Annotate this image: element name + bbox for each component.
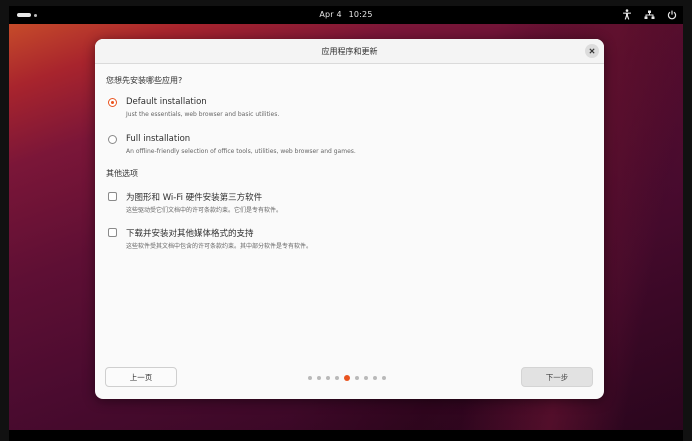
accessibility-icon[interactable] (622, 9, 632, 20)
option-label: Default installation (126, 97, 207, 107)
section-heading-other-options: 其他选项 (106, 169, 138, 178)
checkbox-third-party-software[interactable] (108, 192, 117, 201)
close-button[interactable] (585, 44, 599, 58)
page-dot-active (344, 375, 350, 381)
page-indicator (308, 375, 386, 381)
option-label: Full installation (126, 134, 191, 144)
network-icon[interactable] (644, 10, 655, 20)
section-heading-apps: 您想先安装哪些应用? (106, 76, 183, 85)
apps-and-updates-dialog: 应用程序和更新 您想先安装哪些应用? Default installation … (95, 39, 604, 399)
dialog-title: 应用程序和更新 (321, 47, 378, 56)
next-button[interactable]: 下一步 (521, 367, 593, 387)
dialog-header: 应用程序和更新 (95, 39, 604, 64)
top-bar: Apr 4 10:25 (9, 6, 683, 24)
page-dot (308, 376, 312, 380)
option-label: 为图形和 Wi-Fi 硬件安装第三方软件 (126, 193, 263, 203)
back-button[interactable]: 上一页 (105, 367, 177, 387)
desktop-screen: Apr 4 10:25 应用程序和更新 您想先安装哪些应用? Default i… (0, 0, 692, 441)
page-dot (326, 376, 330, 380)
option-description: 这些软件受其文档中包含的许可条款约束。其中部分软件是专有软件。 (126, 243, 313, 250)
system-tray[interactable] (622, 9, 677, 20)
power-icon[interactable] (667, 10, 677, 20)
page-dot (364, 376, 368, 380)
option-label: 下载并安装对其他媒体格式的支持 (126, 229, 254, 239)
page-dot (355, 376, 359, 380)
clock-time: 10:25 (348, 10, 373, 19)
close-icon (589, 48, 595, 54)
page-dot (382, 376, 386, 380)
page-dot (373, 376, 377, 380)
page-dot (317, 376, 321, 380)
radio-full-installation[interactable] (108, 135, 117, 144)
option-description: An offline-friendly selection of office … (126, 148, 356, 155)
checkbox-media-formats[interactable] (108, 228, 117, 237)
radio-default-installation[interactable] (108, 98, 117, 107)
screen-bottom-edge (9, 430, 683, 441)
page-dot (335, 376, 339, 380)
clock-date: Apr 4 (319, 10, 342, 19)
option-description: Just the essentials, web browser and bas… (126, 111, 280, 118)
clock[interactable]: Apr 4 10:25 (9, 10, 683, 19)
option-description: 这些驱动受它们文档中的许可条款约束。它们是专有软件。 (126, 207, 283, 214)
